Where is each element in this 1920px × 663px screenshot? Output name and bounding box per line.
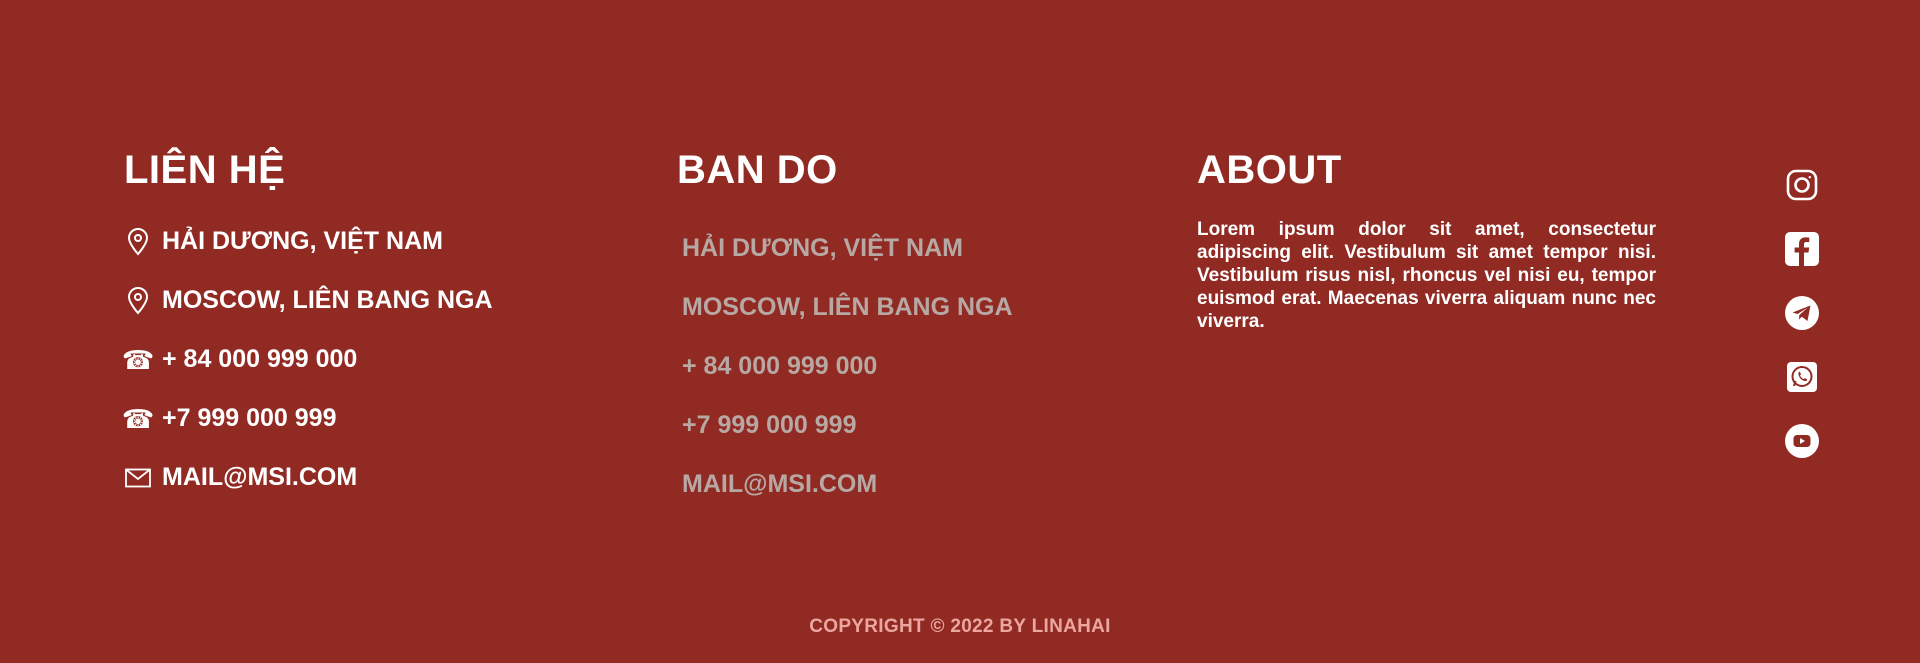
map-pin-icon bbox=[124, 286, 152, 315]
contact-title: LIÊN HỆ bbox=[124, 148, 286, 192]
map-link[interactable]: HẢI DƯƠNG, VIỆT NAM bbox=[682, 219, 1013, 278]
contact-item-label: +7 999 000 999 bbox=[162, 404, 337, 432]
contact-item-address-1[interactable]: HẢI DƯƠNG, VIỆT NAM bbox=[124, 212, 493, 271]
map-link[interactable]: + 84 000 999 000 bbox=[682, 337, 1013, 396]
map-link[interactable]: +7 999 000 999 bbox=[682, 396, 1013, 455]
contact-item-phone-1[interactable]: ☎ + 84 000 999 000 bbox=[121, 330, 493, 389]
contact-item-address-2[interactable]: MOSCOW, LIÊN BANG NGA bbox=[124, 271, 493, 330]
contact-item-label: MOSCOW, LIÊN BANG NGA bbox=[162, 286, 493, 314]
map-link[interactable]: MAIL@MSI.COM bbox=[682, 455, 1013, 514]
phone-icon: ☎ bbox=[121, 344, 155, 375]
contact-item-label: MAIL@MSI.COM bbox=[162, 463, 358, 491]
copyright-text: COPYRIGHT © 2022 BY LINAHAI bbox=[809, 616, 1111, 637]
contact-item-email[interactable]: MAIL@MSI.COM bbox=[124, 448, 493, 507]
youtube-icon[interactable] bbox=[1785, 424, 1819, 458]
instagram-icon[interactable] bbox=[1785, 168, 1819, 202]
about-text: Lorem ipsum dolor sit amet, consectetur … bbox=[1197, 219, 1656, 332]
contact-item-phone-2[interactable]: ☎ +7 999 000 999 bbox=[121, 389, 493, 448]
phone-icon: ☎ bbox=[121, 403, 155, 434]
map-pin-icon bbox=[124, 227, 152, 256]
facebook-icon[interactable] bbox=[1785, 232, 1819, 266]
social-links bbox=[1785, 168, 1819, 488]
map-title: BAN DO bbox=[677, 148, 838, 192]
whatsapp-icon[interactable] bbox=[1785, 360, 1819, 394]
telegram-icon[interactable] bbox=[1785, 296, 1819, 330]
contact-list: HẢI DƯƠNG, VIỆT NAM MOSCOW, LIÊN BANG NG… bbox=[121, 212, 493, 507]
mail-icon bbox=[124, 464, 152, 492]
map-link[interactable]: MOSCOW, LIÊN BANG NGA bbox=[682, 278, 1013, 337]
contact-item-label: HẢI DƯƠNG, VIỆT NAM bbox=[162, 227, 443, 255]
map-list: HẢI DƯƠNG, VIỆT NAM MOSCOW, LIÊN BANG NG… bbox=[682, 219, 1013, 514]
contact-item-label: + 84 000 999 000 bbox=[162, 345, 358, 373]
about-title: ABOUT bbox=[1197, 148, 1342, 192]
site-footer: LIÊN HỆ HẢI DƯƠNG, VIỆT NAM MOSCOW, LIÊN… bbox=[0, 0, 1920, 663]
